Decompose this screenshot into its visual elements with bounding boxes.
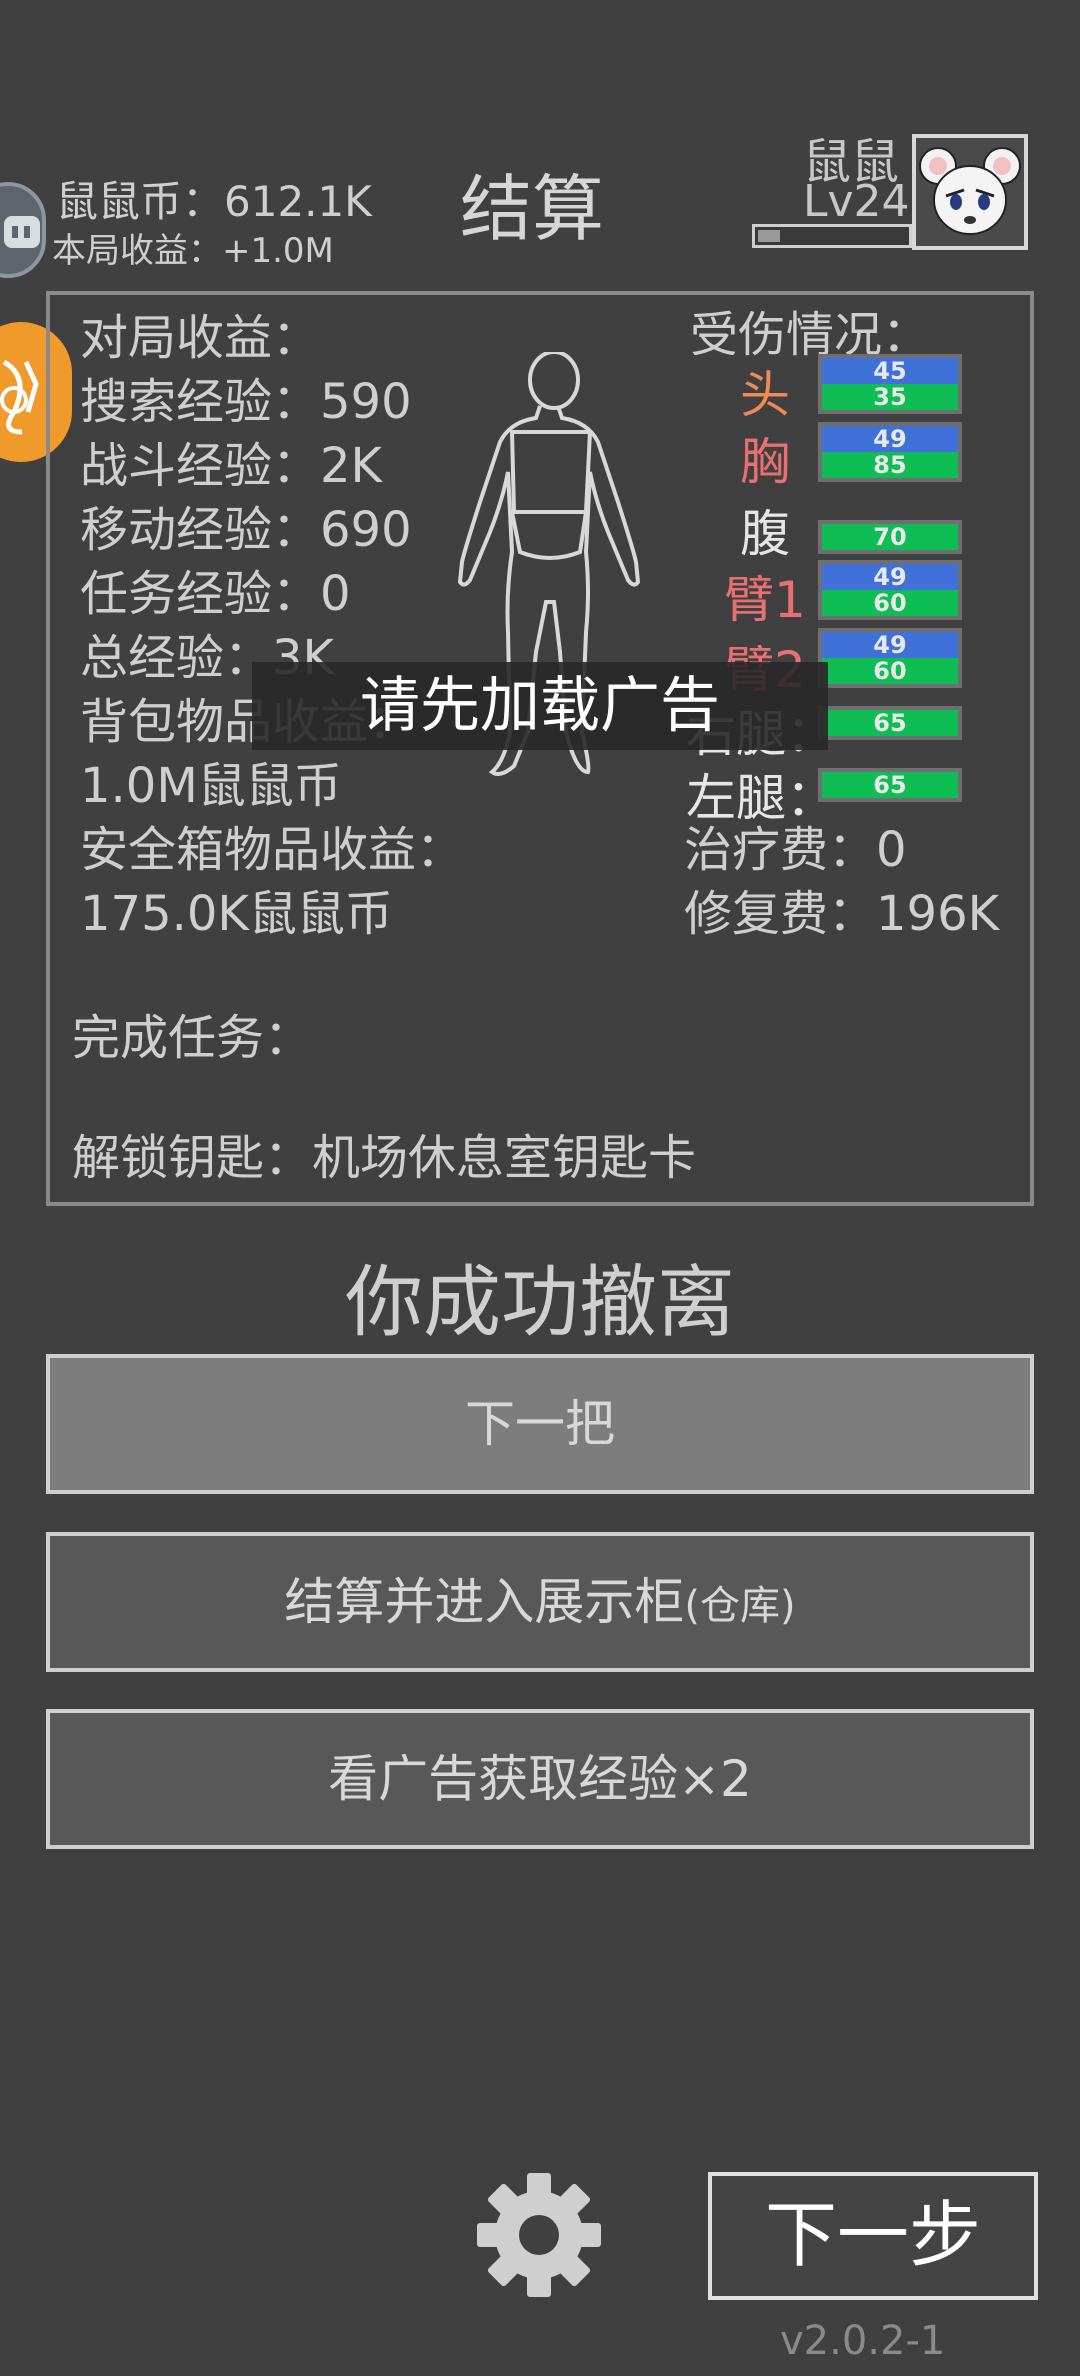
safebox-income-value: 175.0K鼠鼠币 (80, 886, 393, 942)
xp-progress-fill (758, 230, 780, 242)
stat-label: 总经验： (80, 630, 273, 686)
next-round-button[interactable]: 下一把 (46, 1354, 1034, 1494)
stat-row-quest: 任务经验：0 (80, 554, 351, 624)
health-bar: 65 (822, 710, 958, 736)
key-label: 解锁钥匙： (72, 1130, 313, 1186)
repair-label: 修复费： (684, 886, 877, 942)
stat-value: 590 (320, 374, 412, 430)
round-income: 本局收益：+1.0M (52, 223, 334, 272)
quest-complete-label: 完成任务： (72, 1010, 313, 1066)
part-chest-label: 胸 (740, 433, 790, 491)
mouse-avatar-icon (919, 147, 1021, 235)
key-value: 机场休息室钥匙卡 (312, 1130, 697, 1186)
hp-chest: 49 85 (818, 422, 962, 482)
health-bar: 70 (822, 524, 958, 550)
side-chat-button[interactable] (0, 182, 46, 278)
hp-arm1: 49 60 (818, 560, 962, 620)
health-bar: 60 (822, 590, 958, 616)
health-bar: 65 (822, 772, 958, 798)
hp-arm2: 49 60 (818, 628, 962, 688)
version-label: v2.0.2-1 (780, 2318, 946, 2364)
part-arm1-label: 臂1 (724, 571, 806, 629)
armor-bar: 45 (822, 358, 958, 384)
stat-value: 2K (320, 438, 383, 494)
stat-row-combat: 战斗经验：2K (80, 426, 382, 496)
settle-button-sublabel: (仓库) (684, 1583, 796, 1629)
stat-row-move: 移动经验：690 (80, 490, 412, 560)
page-title: 结算 (460, 167, 605, 251)
repair-fee: 修复费：196K (684, 874, 999, 944)
treatment-label: 治疗费： (684, 822, 877, 878)
safebox-income-label: 安全箱物品收益： (80, 822, 465, 878)
treatment-fee: 治疗费：0 (684, 810, 907, 880)
player-level: Lv24 (803, 176, 910, 227)
unlock-key-line: 解锁钥匙：机场休息室钥匙卡 (72, 1118, 696, 1188)
stat-label: 移动经验： (80, 502, 321, 558)
hp-abdomen: 70 (818, 520, 962, 554)
health-bar: 85 (822, 452, 958, 478)
income-heading: 对局收益： (80, 310, 321, 366)
health-bar: 60 (822, 658, 958, 684)
income-label: 本局收益： (52, 231, 222, 271)
armor-bar: 49 (822, 632, 958, 658)
coin-label: 鼠鼠币： (56, 177, 225, 226)
ad-toast: 请先加载广告 (252, 662, 828, 750)
stat-row-search: 搜索经验：590 (80, 362, 412, 432)
coin-balance: 鼠鼠币：612.1K (56, 168, 372, 229)
hp-left-leg: 65 (818, 768, 962, 802)
income-value: +1.0M (222, 231, 334, 271)
gear-icon[interactable] (474, 2170, 604, 2300)
stat-label: 战斗经验： (80, 438, 321, 494)
armor-bar: 49 (822, 564, 958, 590)
stat-label: 任务经验： (80, 566, 321, 622)
part-abdomen-label: 腹 (740, 505, 790, 563)
part-head-label: 头 (740, 366, 790, 424)
evacuation-result: 你成功撤离 (344, 1258, 735, 1348)
health-bar: 35 (822, 384, 958, 410)
stat-value: 690 (320, 502, 412, 558)
watch-ad-double-xp-button[interactable]: 看广告获取经验×2 (46, 1709, 1034, 1849)
avatar[interactable] (912, 134, 1028, 250)
next-step-button[interactable]: 下一步 (708, 2172, 1038, 2300)
settle-button-label: 结算并进入展示柜 (284, 1573, 685, 1631)
hp-head: 45 35 (818, 354, 962, 414)
hp-right-leg: 65 (818, 706, 962, 740)
stat-value: 0 (320, 566, 351, 622)
armor-bar: 49 (822, 426, 958, 452)
chat-icon (4, 216, 40, 248)
settle-showcase-button[interactable]: 结算并进入展示柜(仓库) (46, 1532, 1034, 1672)
coin-value: 612.1K (224, 177, 372, 226)
stat-label: 搜索经验： (80, 374, 321, 430)
xp-progress-bar (752, 224, 912, 248)
repair-value: 196K (876, 886, 1000, 942)
backpack-income-value: 1.0M鼠鼠币 (80, 758, 342, 814)
treatment-value: 0 (876, 822, 907, 878)
